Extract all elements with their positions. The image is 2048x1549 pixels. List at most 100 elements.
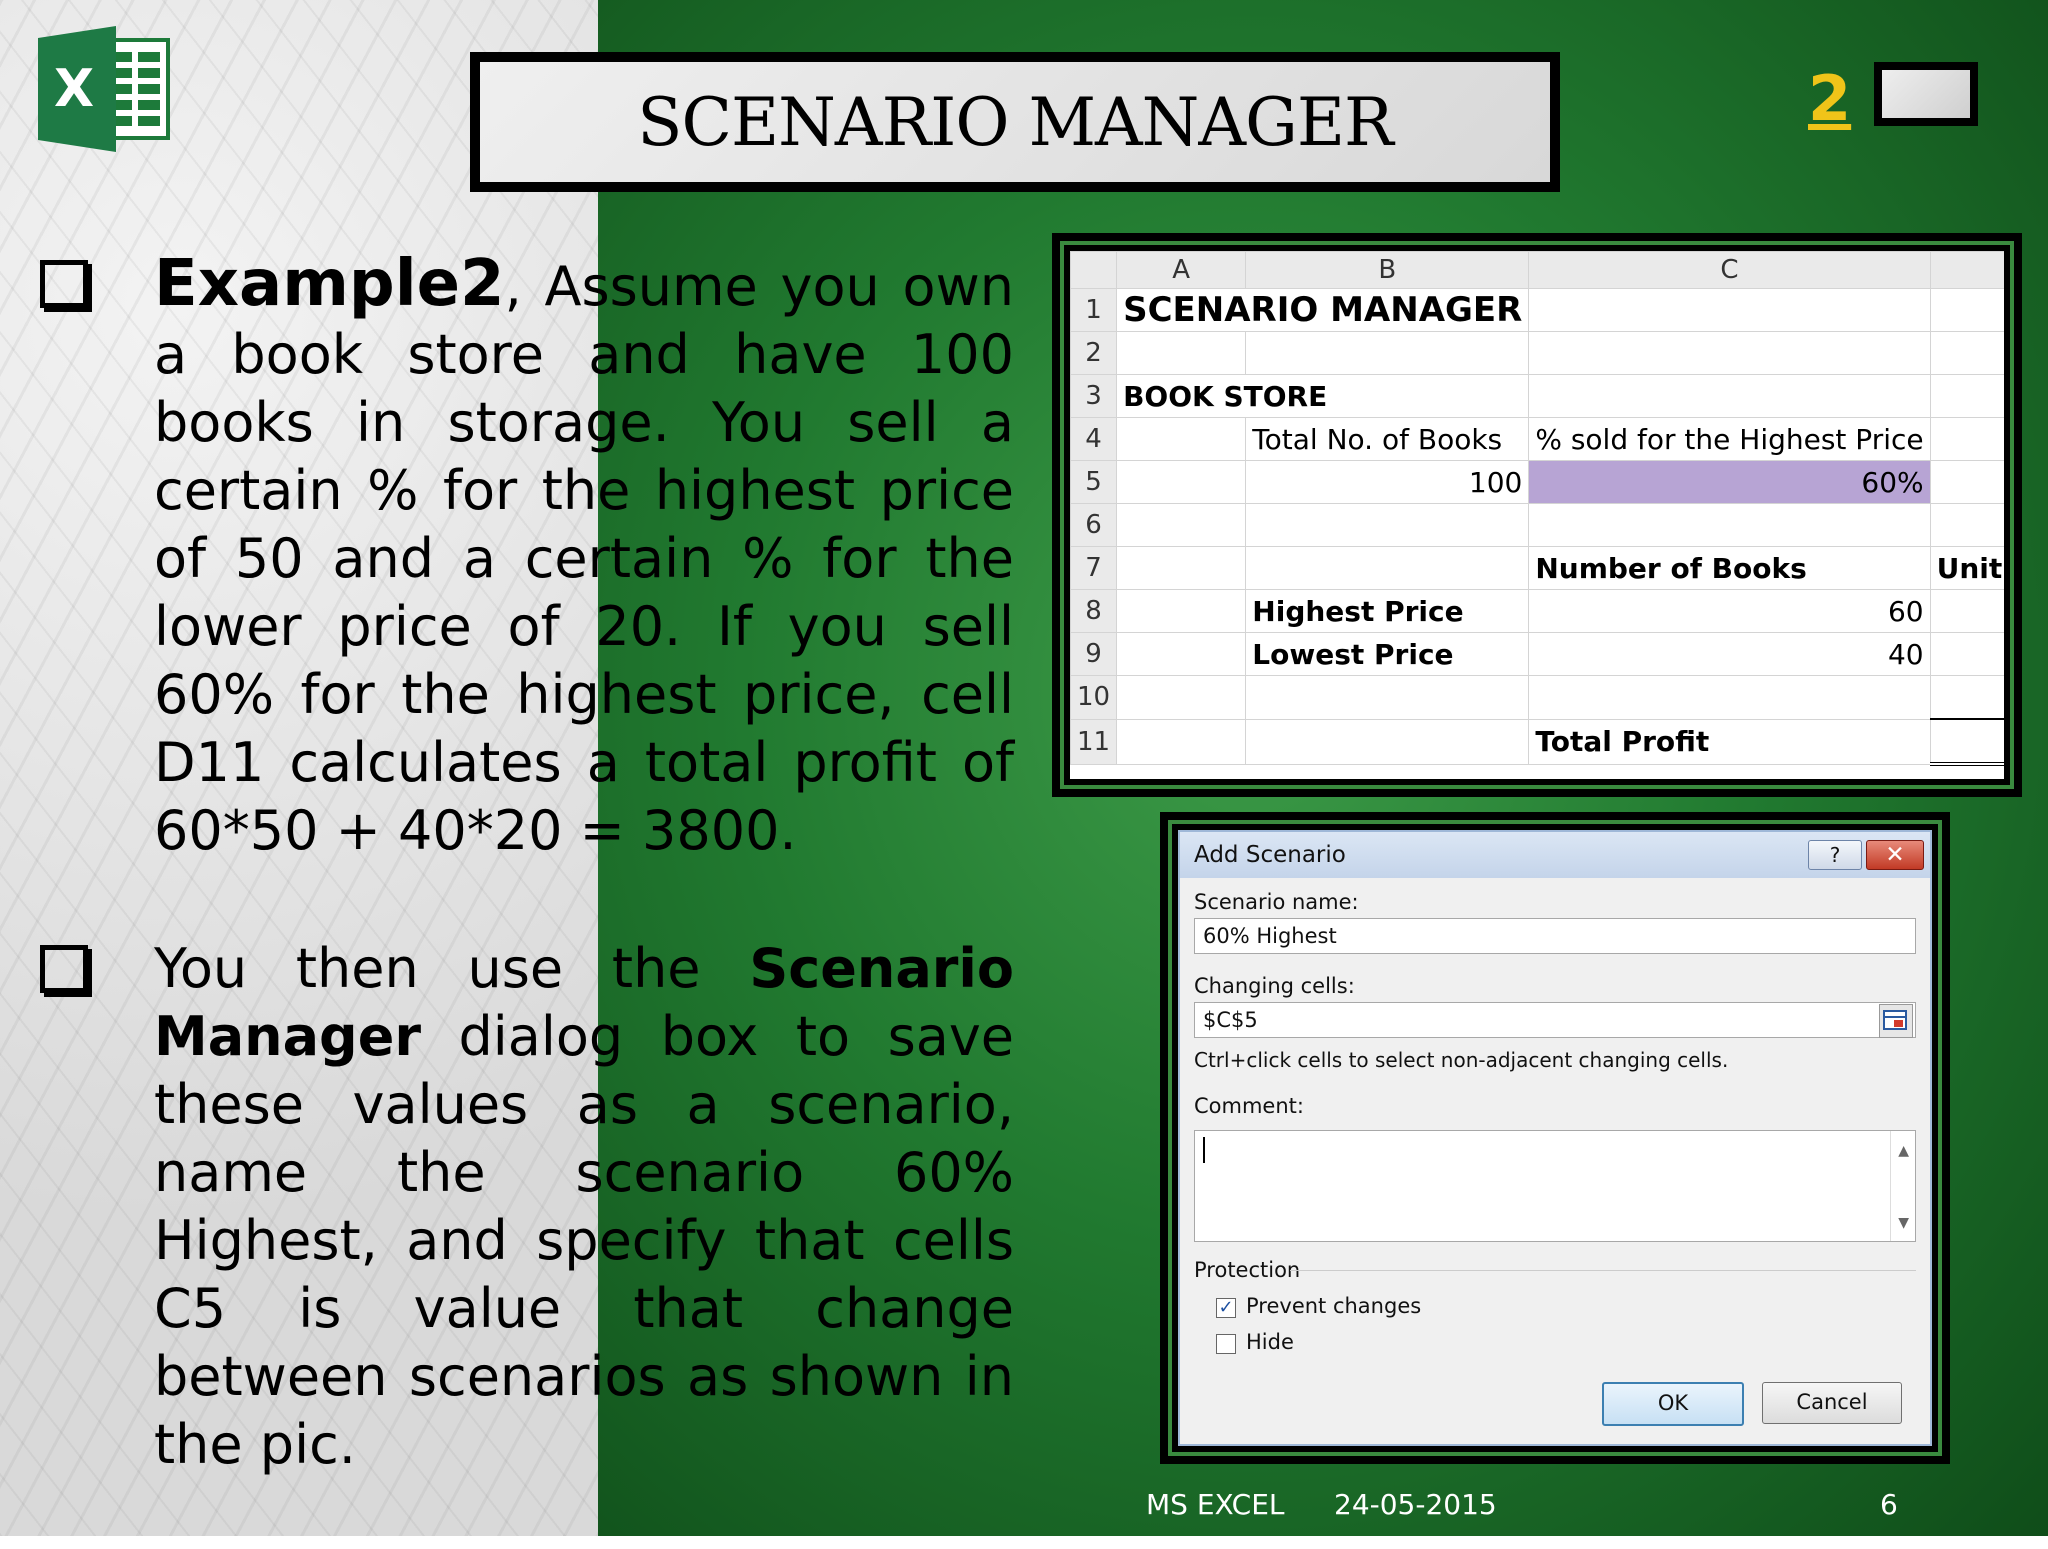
bullet-lead: Example2 [154,247,505,321]
cancel-button[interactable]: Cancel [1762,1382,1902,1424]
row-header[interactable]: 7 [1070,546,1118,590]
cell[interactable] [1116,589,1247,633]
cell-d9[interactable]: 20 [1929,632,2004,676]
row-header[interactable]: 3 [1070,374,1118,418]
cell-a1[interactable]: SCENARIO MANAGER [1116,288,1530,332]
comment-textarea[interactable]: ▲ ▼ [1194,1130,1916,1242]
spreadsheet-frame: A B C D 1 SCENARIO MANAGER 2 3 BOOK STOR… [1052,233,2022,797]
hide-label[interactable]: Hide [1246,1330,1294,1354]
cell-b5[interactable]: 100 [1245,460,1530,504]
cell[interactable] [1929,675,2004,720]
range-select-icon [1883,1010,1907,1030]
cell[interactable] [1528,675,1931,720]
cell-d8[interactable]: 50 [1929,589,2004,633]
row-header[interactable]: 8 [1070,589,1118,633]
col-header-b[interactable]: B [1245,251,1530,289]
cell-b8[interactable]: Highest Price [1245,589,1530,633]
prevent-changes-label[interactable]: Prevent changes [1246,1294,1421,1318]
slide-link[interactable]: 2 [1808,62,1851,135]
cell[interactable] [1245,675,1530,720]
protection-label: Protection [1194,1258,1301,1282]
row-header[interactable]: 10 [1070,675,1118,720]
col-header-c[interactable]: C [1528,251,1931,289]
cell-c4[interactable]: % sold for the Highest Price [1528,417,1931,461]
cell[interactable] [1528,374,1931,418]
cell-d7[interactable]: Unit Profit [1929,546,2004,590]
scroll-down-icon[interactable]: ▼ [1898,1215,1909,1231]
cell[interactable] [1116,718,1247,765]
bullet-post: dialog box to save these values as a sce… [154,1005,1014,1476]
changing-cells-input[interactable]: $C$5 [1194,1002,1916,1038]
prevent-changes-checkbox[interactable]: ✓ [1216,1298,1236,1318]
cell[interactable] [1528,331,1931,375]
col-header-a[interactable]: A [1116,251,1247,289]
row-header[interactable]: 4 [1070,417,1118,461]
cell[interactable] [1929,417,2004,461]
bullet-list: Example2, Assume you own a book store an… [40,250,1020,1549]
bullet-text: Example2, Assume you own a book store an… [154,250,1014,865]
cell-d11[interactable]: 3800 [1929,718,2004,766]
cell-c8[interactable]: 60 [1528,589,1931,633]
checkbox-bullet-icon [40,945,88,993]
cell-c9[interactable]: 40 [1528,632,1931,676]
cell[interactable] [1929,460,2004,504]
ok-button[interactable]: OK [1602,1382,1744,1426]
row-header[interactable]: 9 [1070,632,1118,676]
scenario-name-input[interactable]: 60% Highest [1194,918,1916,954]
dialog-title: Add Scenario [1194,842,1346,868]
range-select-button[interactable] [1879,1004,1913,1038]
cell[interactable] [1116,632,1247,676]
cell[interactable] [1929,374,2004,418]
help-button[interactable]: ? [1808,840,1862,870]
cell-a3[interactable]: BOOK STORE [1116,374,1530,418]
row-header[interactable]: 2 [1070,331,1118,375]
cell-c5[interactable]: 60% [1528,460,1931,504]
cell[interactable] [1929,503,2004,547]
svg-text:X: X [54,59,94,119]
footer-label: MS EXCEL [1146,1488,1285,1521]
cell[interactable] [1116,675,1247,720]
cell[interactable] [1528,503,1931,547]
cell[interactable] [1245,331,1530,375]
cell[interactable] [1245,718,1530,765]
dialog-titlebar: Add Scenario ? ✕ [1180,832,1930,878]
scenario-name-label: Scenario name: [1194,890,1359,914]
cell-c7[interactable]: Number of Books [1528,546,1931,590]
cell[interactable] [1245,503,1530,547]
text-cursor [1203,1137,1205,1163]
bullet-text: You then use the Scenario Manager dialog… [154,935,1014,1479]
close-button[interactable]: ✕ [1866,840,1924,870]
hide-checkbox[interactable] [1216,1334,1236,1354]
nav-box[interactable] [1874,62,1978,126]
cell[interactable] [1245,546,1530,590]
spreadsheet-grid: A B C D 1 SCENARIO MANAGER 2 3 BOOK STOR… [1070,251,2004,766]
comment-scrollbar[interactable]: ▲ ▼ [1890,1131,1915,1241]
cell[interactable] [1116,417,1247,461]
cell-c1[interactable] [1528,288,1931,332]
title-box: SCENARIO MANAGER [470,52,1560,192]
cell[interactable] [1929,331,2004,375]
changing-cells-value: $C$5 [1203,1008,1258,1032]
bullet-body: , Assume you own a book store and have 1… [154,255,1014,862]
row-header[interactable]: 6 [1070,503,1118,547]
cell[interactable] [1116,460,1247,504]
slide-title: SCENARIO MANAGER [637,83,1393,161]
cell-c11[interactable]: Total Profit [1528,718,1931,765]
cell[interactable] [1116,503,1247,547]
spreadsheet: A B C D 1 SCENARIO MANAGER 2 3 BOOK STOR… [1070,251,2004,779]
cell-b9[interactable]: Lowest Price [1245,632,1530,676]
row-header[interactable]: 5 [1070,460,1118,504]
scroll-up-icon[interactable]: ▲ [1898,1143,1909,1159]
page-number: 6 [1880,1488,1898,1521]
cell-b4[interactable]: Total No. of Books [1245,417,1530,461]
cell-d1[interactable] [1929,288,2004,332]
row-header[interactable]: 1 [1070,288,1118,332]
col-header-d[interactable]: D [1929,251,2004,289]
checkbox-bullet-icon [40,260,88,308]
cell[interactable] [1116,331,1247,375]
corner-cell[interactable] [1070,251,1118,289]
excel-logo-icon: X [38,26,170,152]
row-header[interactable]: 11 [1070,718,1118,765]
add-scenario-dialog: Add Scenario ? ✕ Scenario name: 60% High… [1178,830,1932,1446]
cell[interactable] [1116,546,1247,590]
